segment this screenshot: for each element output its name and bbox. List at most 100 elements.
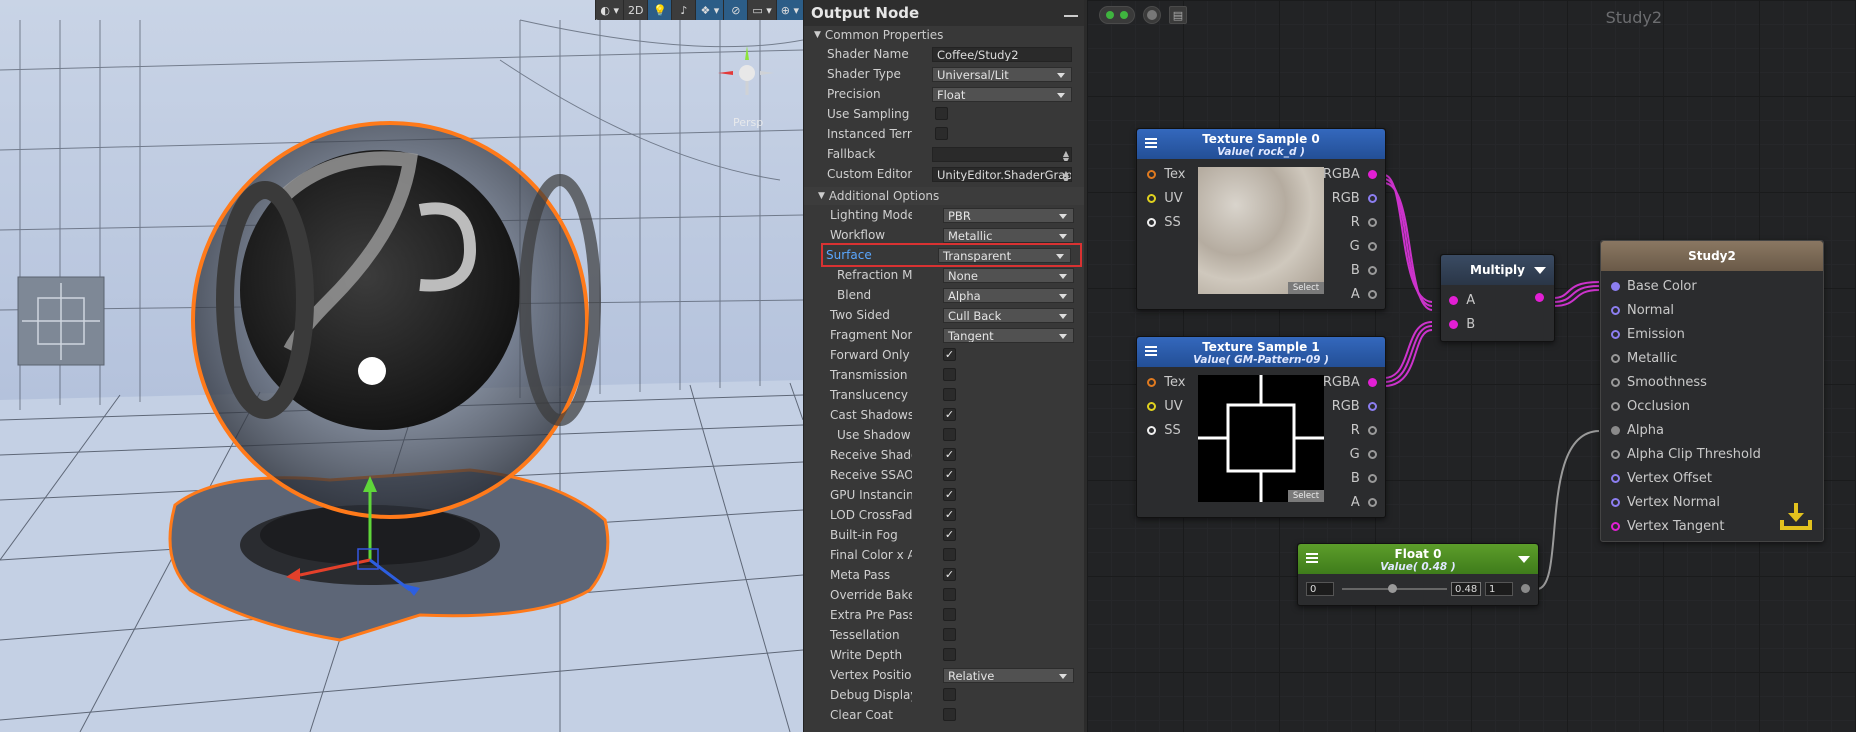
output-port-vertex-normal[interactable]: Vertex Normal [1611, 495, 1720, 510]
texture-sample-1-node[interactable]: Texture Sample 1 Value( GM-Pattern-09 ) … [1136, 336, 1386, 518]
fragment-normal-space-dropdown[interactable]: Tangent [943, 327, 1074, 343]
additional-options-foldout[interactable]: ▼ Additional Options [804, 187, 1084, 205]
output-port-emission[interactable]: Emission [1611, 327, 1685, 342]
menu-icon[interactable] [1306, 553, 1318, 563]
r-output-port[interactable]: R [1351, 423, 1377, 438]
output-port-metallic[interactable]: Metallic [1611, 351, 1677, 366]
multiply-header[interactable]: Multiply [1441, 255, 1554, 285]
output-node-header[interactable]: Study2 [1601, 241, 1823, 271]
output-port-alpha-clip-threshold[interactable]: Alpha Clip Threshold [1611, 447, 1761, 462]
minimize-icon[interactable] [1064, 15, 1078, 17]
select-texture-button[interactable]: Select [1288, 490, 1324, 502]
projection-label[interactable]: Persp [733, 116, 763, 129]
override-baked-gi-checkbox[interactable] [943, 588, 956, 601]
g-output-port[interactable]: G [1350, 447, 1377, 462]
rgb-output-port[interactable]: RGB [1332, 399, 1377, 414]
clear-coat-checkbox[interactable] [943, 708, 956, 721]
g-output-port[interactable]: G [1350, 239, 1377, 254]
uv-input-port[interactable]: UV [1147, 399, 1183, 414]
meta-pass-checkbox[interactable]: ✓ [943, 568, 956, 581]
uv-input-port[interactable]: UV [1147, 191, 1183, 206]
vertex-position-dropdown[interactable]: Relative [943, 667, 1074, 683]
transmission-checkbox[interactable] [943, 368, 956, 381]
a-input-port[interactable]: A [1449, 293, 1475, 308]
rgba-output-port[interactable]: RGBA [1323, 375, 1377, 390]
output-port-vertex-tangent[interactable]: Vertex Tangent [1611, 519, 1725, 534]
effects-toggle-button[interactable]: ❖ ▾ [695, 0, 724, 20]
multiply-node[interactable]: Multiply A B [1440, 254, 1555, 342]
translucency-checkbox[interactable] [943, 388, 956, 401]
output-master-node[interactable]: Study2 Base Color Normal Emission Metallic S… [1600, 240, 1824, 542]
ss-input-port[interactable]: SS [1147, 423, 1181, 438]
float-output-port[interactable] [1521, 584, 1530, 593]
float-0-header[interactable]: Float 0 Value( 0.48 ) [1298, 544, 1538, 574]
extra-pre-pass-checkbox[interactable] [943, 608, 956, 621]
a-output-port[interactable]: A [1351, 495, 1377, 510]
chevron-down-icon[interactable] [1518, 556, 1530, 563]
tex-input-port[interactable]: Tex [1147, 167, 1185, 182]
instanced-terrain-checkbox[interactable] [935, 127, 948, 140]
receive-shadows-checkbox[interactable]: ✓ [943, 448, 956, 461]
tex-input-port[interactable]: Tex [1147, 375, 1185, 390]
use-sampling-macros-checkbox[interactable] [935, 107, 948, 120]
b-output-port[interactable]: B [1351, 471, 1377, 486]
output-port-alpha[interactable]: Alpha [1611, 423, 1664, 438]
blend-dropdown[interactable]: Alpha [943, 287, 1074, 303]
menu-icon[interactable] [1145, 138, 1157, 148]
custom-editor-field[interactable]: UnityEditor.ShaderGraph ▲ ▼ [932, 166, 1072, 182]
rgb-output-port[interactable]: RGB [1332, 191, 1377, 206]
write-depth-checkbox[interactable] [943, 648, 956, 661]
debug-display-checkbox[interactable] [943, 688, 956, 701]
surface-dropdown[interactable]: Transparent [938, 247, 1071, 263]
precision-dropdown[interactable]: Float [932, 86, 1072, 102]
output-port-normal[interactable]: Normal [1611, 303, 1674, 318]
hidden-objects-button[interactable]: ⊘ [723, 0, 748, 20]
menu-icon[interactable] [1145, 346, 1157, 356]
scene-viewport[interactable]: Persp ◐ ▾ 2D 💡 ♪ ❖ ▾ ⊘ ▭ ▾ ⊕ ▾ [0, 0, 803, 732]
lod-crossfade-checkbox[interactable]: ✓ [943, 508, 956, 521]
output-port-vertex-offset[interactable]: Vertex Offset [1611, 471, 1712, 486]
shader-name-field[interactable]: Coffee/Study2 [932, 46, 1072, 62]
forward-only-checkbox[interactable]: ✓ [943, 348, 956, 361]
use-shadow-threshold-checkbox[interactable] [943, 428, 956, 441]
two-sided-dropdown[interactable]: Cull Back [943, 307, 1074, 323]
common-properties-foldout[interactable]: ▼ Common Properties [804, 26, 1084, 44]
texture-sample-1-header[interactable]: Texture Sample 1 Value( GM-Pattern-09 ) [1137, 337, 1385, 367]
texture-sample-0-header[interactable]: Texture Sample 0 Value( rock_d ) [1137, 129, 1385, 159]
output-port-occlusion[interactable]: Occlusion [1611, 399, 1690, 414]
audio-toggle-button[interactable]: ♪ [671, 0, 695, 20]
a-output-port[interactable]: A [1351, 287, 1377, 302]
cast-shadows-checkbox[interactable]: ✓ [943, 408, 956, 421]
tessellation-checkbox[interactable] [943, 628, 956, 641]
select-texture-button[interactable]: Select [1288, 282, 1324, 294]
gpu-instancing-checkbox[interactable]: ✓ [943, 488, 956, 501]
lighting-toggle-button[interactable]: 💡 [647, 0, 672, 20]
rgba-output-port[interactable]: RGBA [1323, 167, 1377, 182]
texture-sample-0-node[interactable]: Texture Sample 0 Value( rock_d ) Tex UV … [1136, 128, 1386, 310]
final-color-x-alpha-checkbox[interactable] [943, 548, 956, 561]
float-slider-track[interactable] [1342, 584, 1447, 593]
save-download-icon[interactable] [1779, 501, 1813, 531]
float-max-field[interactable]: 1 [1485, 582, 1513, 596]
ss-input-port[interactable]: SS [1147, 215, 1181, 230]
float-value-field[interactable]: 0.48 [1451, 582, 1481, 596]
r-output-port[interactable]: R [1351, 215, 1377, 230]
float-min-field[interactable]: 0 [1306, 582, 1334, 596]
built-in-fog-checkbox[interactable]: ✓ [943, 528, 956, 541]
result-output-port[interactable] [1535, 293, 1544, 302]
stepper-arrows-icon[interactable]: ▲ ▼ [1063, 169, 1069, 181]
receive-ssao-checkbox[interactable]: ✓ [943, 468, 956, 481]
toggle-2d-button[interactable]: 2D [622, 0, 647, 20]
output-port-smoothness[interactable]: Smoothness [1611, 375, 1707, 390]
workflow-dropdown[interactable]: Metallic [943, 227, 1074, 243]
stepper-arrows-icon[interactable]: ▲ ▼ [1063, 149, 1069, 161]
float-slider-handle[interactable] [1388, 584, 1398, 593]
chevron-down-icon[interactable] [1534, 267, 1546, 274]
b-input-port[interactable]: B [1449, 317, 1475, 332]
lighting-model-dropdown[interactable]: PBR [943, 207, 1074, 223]
gizmos-button[interactable]: ⊕ ▾ [775, 0, 803, 20]
shader-type-dropdown[interactable]: Universal/Lit [932, 66, 1072, 82]
camera-settings-button[interactable]: ▭ ▾ [747, 0, 775, 20]
refraction-model-dropdown[interactable]: None [943, 267, 1074, 283]
shader-graph-canvas[interactable]: ▤ Study2 Texture Sample 0 Value( rock_d … [1087, 0, 1856, 732]
